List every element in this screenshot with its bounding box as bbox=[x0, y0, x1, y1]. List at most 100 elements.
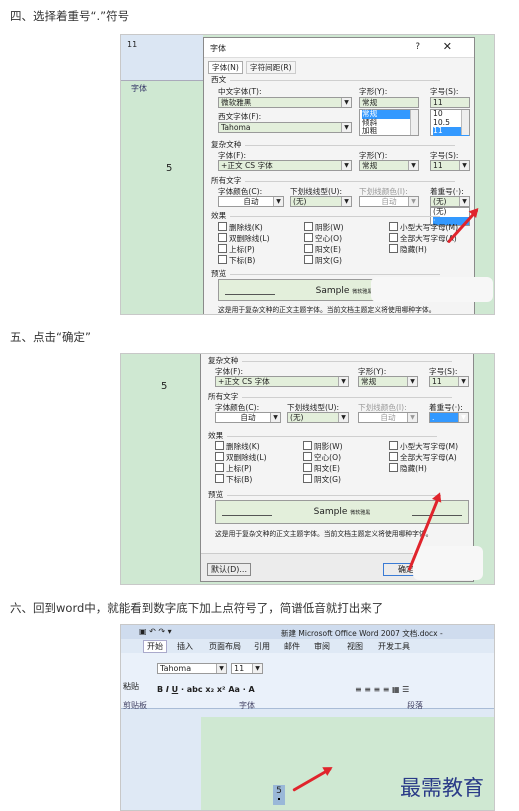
tab-developer[interactable]: 开发工具 bbox=[378, 641, 410, 652]
tab-insert[interactable]: 插入 bbox=[177, 641, 193, 652]
tab-char-spacing[interactable]: 字符间距(R) bbox=[246, 61, 296, 74]
checkbox-small-caps[interactable]: 小型大写字母(M) bbox=[389, 441, 458, 452]
close-icon[interactable]: ✕ bbox=[443, 40, 452, 53]
chevron-down-icon: ▼ bbox=[270, 413, 280, 422]
checkbox-strikethrough[interactable]: 删除线(K) bbox=[218, 222, 263, 233]
checkbox-double-strike[interactable]: 双删除线(L) bbox=[215, 452, 267, 463]
checkbox-subscript[interactable]: 下标(B) bbox=[218, 255, 255, 266]
tab-view[interactable]: 视图 bbox=[347, 641, 363, 652]
default-button[interactable]: 默认(D)... bbox=[207, 563, 251, 576]
style-input[interactable]: 常规 bbox=[359, 97, 419, 108]
doc-number-selected: 5 bbox=[273, 785, 285, 805]
checkbox-superscript[interactable]: 上标(P) bbox=[218, 244, 255, 255]
cn-font-select[interactable]: 微软雅黑 ▼ bbox=[218, 97, 352, 108]
font-color-select[interactable]: 自动 ▼ bbox=[215, 412, 281, 423]
tab-page-layout[interactable]: 页面布局 bbox=[209, 641, 241, 652]
style-list[interactable]: 常规 倾斜 加粗 bbox=[359, 109, 419, 136]
underline-color-select[interactable]: 自动 ▼ bbox=[358, 412, 418, 423]
watermark: 最需教育 bbox=[400, 776, 484, 800]
complex-size-select[interactable]: 11 ▼ bbox=[430, 160, 470, 171]
checkbox-outline[interactable]: 空心(O) bbox=[304, 233, 342, 244]
cn-font-label: 中文字体(T): bbox=[218, 87, 262, 96]
font-dialog: 字体 ? ✕ 字体(N) 字符间距(R) 西文 中文字体(T): 微软雅黑 ▼ 西… bbox=[203, 37, 475, 314]
clipboard-group-label: 剪贴板 bbox=[123, 701, 147, 710]
section-complex: 复杂文种 bbox=[211, 140, 459, 149]
scrollbar[interactable] bbox=[461, 110, 469, 135]
font-size-box[interactable]: 11 ▼ bbox=[231, 663, 263, 674]
doc-page-number: 5 bbox=[166, 163, 173, 174]
emphasis-value: (无) bbox=[433, 197, 447, 206]
checkbox-shadow[interactable]: 阴影(W) bbox=[303, 441, 343, 452]
font-name-box[interactable]: Tahoma ▼ bbox=[157, 663, 227, 674]
sample-cn-text: 微软雅黑 bbox=[350, 510, 371, 516]
screenshot-click-ok: 5 复杂文种 字体(F): +正文 CS 字体 ▼ 字形(Y): 常规 ▼ 字号(S… bbox=[120, 353, 495, 585]
sample-text: Sample bbox=[313, 507, 348, 517]
complex-size-value: 11 bbox=[433, 161, 443, 170]
font-color-value: 自动 bbox=[240, 413, 256, 422]
size-input[interactable]: 11 bbox=[430, 97, 470, 108]
underline-select[interactable]: (无) ▼ bbox=[287, 412, 349, 423]
checkbox-all-caps[interactable]: 全部大写字母(A) bbox=[389, 452, 457, 463]
sample-cn-text: 微软雅黑 bbox=[352, 289, 373, 295]
west-font-select[interactable]: Tahoma ▼ bbox=[218, 122, 352, 133]
paragraph-group-label: 段落 bbox=[407, 701, 423, 710]
emphasis-value: . bbox=[432, 413, 435, 422]
checkbox-hidden[interactable]: 隐藏(H) bbox=[389, 463, 427, 474]
complex-style-select[interactable]: 常规 ▼ bbox=[359, 160, 419, 171]
paste-label[interactable]: 粘贴 bbox=[123, 681, 139, 692]
tab-review[interactable]: 审阅 bbox=[314, 641, 330, 652]
chevron-down-icon: ▼ bbox=[341, 161, 351, 170]
section-complex: 复杂文种 bbox=[208, 356, 456, 365]
chevron-down-icon: ▼ bbox=[458, 377, 468, 386]
style-label: 字形(Y): bbox=[359, 87, 388, 96]
checkbox-emboss[interactable]: 阳文(E) bbox=[304, 244, 341, 255]
checkbox-shadow[interactable]: 阴影(W) bbox=[304, 222, 344, 233]
format-buttons[interactable]: B I U · abc x₂ x² Aa · A bbox=[157, 685, 255, 694]
checkbox-subscript[interactable]: 下标(B) bbox=[215, 474, 252, 485]
paragraph-buttons[interactable]: ≡ ≡ ≡ ≡ ▦ ☰ bbox=[355, 685, 409, 694]
underline-select[interactable]: (无) ▼ bbox=[290, 196, 352, 207]
section-preview: 预览 bbox=[211, 269, 444, 278]
size-list[interactable]: 10 10.5 11 bbox=[430, 109, 470, 136]
complex-font-value: +正文 CS 字体 bbox=[218, 377, 270, 386]
checkbox-hidden[interactable]: 隐藏(H) bbox=[389, 244, 427, 255]
complex-style-select[interactable]: 常规 ▼ bbox=[358, 376, 418, 387]
section-preview: 预览 bbox=[208, 490, 441, 499]
tab-references[interactable]: 引用 bbox=[254, 641, 270, 652]
chevron-down-icon: ▼ bbox=[407, 413, 417, 422]
checkbox-strikethrough[interactable]: 删除线(K) bbox=[215, 441, 260, 452]
ribbon-font-group: 字体 bbox=[131, 84, 147, 93]
underline-color-select[interactable]: 自动 ▼ bbox=[359, 196, 419, 207]
checkbox-emboss[interactable]: 阳文(E) bbox=[303, 463, 340, 474]
emphasis-select[interactable]: (无) ▼ bbox=[430, 196, 470, 207]
complex-size-select[interactable]: 11 ▼ bbox=[429, 376, 469, 387]
checkbox-all-caps[interactable]: 全部大写字母(A) bbox=[389, 233, 457, 244]
complex-font-select[interactable]: +正文 CS 字体 ▼ bbox=[218, 160, 352, 171]
font-color-select[interactable]: 自动 ▼ bbox=[218, 196, 284, 207]
chevron-down-icon: ▼ bbox=[341, 98, 351, 107]
chevron-down-icon: ▼ bbox=[273, 197, 283, 206]
chevron-down-icon: ▼ bbox=[407, 377, 417, 386]
tab-font[interactable]: 字体(N) bbox=[208, 61, 243, 74]
size-label: 字号(S): bbox=[430, 87, 459, 96]
doc-page-number: 5 bbox=[161, 381, 168, 392]
tab-home[interactable]: 开始 bbox=[143, 640, 167, 653]
blurred-overlay bbox=[413, 546, 483, 580]
checkbox-engrave[interactable]: 阴文(G) bbox=[304, 255, 342, 266]
help-icon[interactable]: ? bbox=[415, 42, 420, 52]
checkbox-outline[interactable]: 空心(O) bbox=[303, 452, 341, 463]
complex-font-select[interactable]: +正文 CS 字体 ▼ bbox=[215, 376, 349, 387]
complex-size-value: 11 bbox=[432, 377, 442, 386]
sample-text: Sample bbox=[315, 286, 350, 296]
chevron-down-icon: ▼ bbox=[341, 123, 351, 132]
checkbox-engrave[interactable]: 阴文(G) bbox=[303, 474, 341, 485]
emphasis-select[interactable]: . ▼ bbox=[429, 412, 469, 423]
tab-mailings[interactable]: 邮件 bbox=[284, 641, 300, 652]
scrollbar[interactable] bbox=[410, 110, 418, 135]
checkbox-double-strike[interactable]: 双删除线(L) bbox=[218, 233, 270, 244]
font-size-value: 11 bbox=[234, 664, 245, 673]
quick-access-icons[interactable]: ▣ ↶ ↷ ▾ bbox=[139, 627, 172, 636]
checkbox-superscript[interactable]: 上标(P) bbox=[215, 463, 252, 474]
checkbox-small-caps[interactable]: 小型大写字母(M) bbox=[389, 222, 458, 233]
chevron-down-icon: ▼ bbox=[338, 377, 348, 386]
